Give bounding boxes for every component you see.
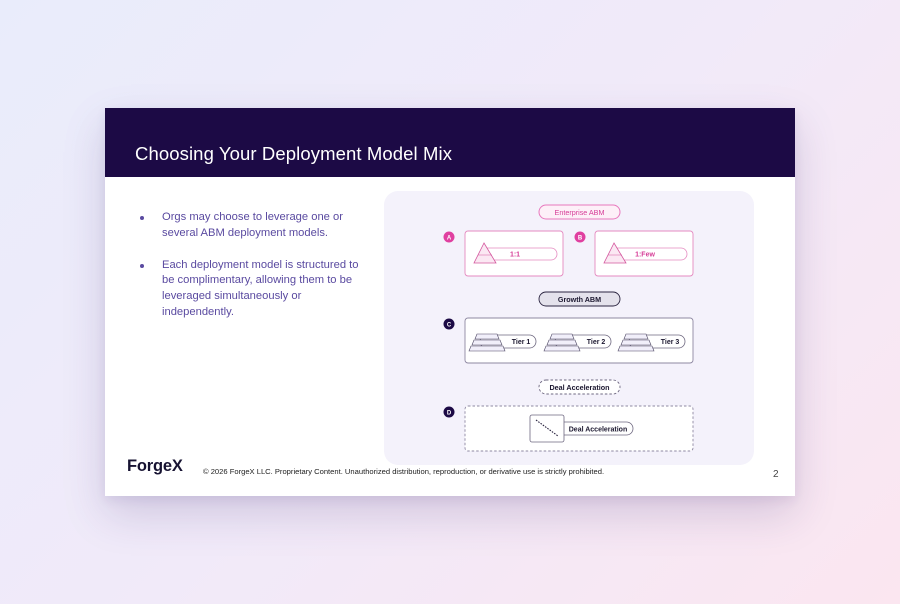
growth-abm-label: Growth ABM bbox=[558, 295, 601, 304]
tier-2-label: Tier 2 bbox=[587, 339, 606, 346]
card-d-label: Deal Acceleration bbox=[569, 427, 628, 434]
deal-acceleration-label: Deal Acceleration bbox=[549, 383, 609, 392]
card-d-icon-frame bbox=[529, 414, 565, 443]
bullet-item: Each deployment model is structured to b… bbox=[139, 258, 359, 321]
diagram-panel: Enterprise ABM A 1:1 B 1:Few Growth ABM bbox=[384, 191, 754, 465]
deployment-diagram: Enterprise ABM A 1:1 B 1:Few Growth ABM bbox=[443, 204, 694, 452]
tier-1-label: Tier 1 bbox=[512, 339, 531, 346]
copyright-notice: © 2026 ForgeX LLC. Proprietary Content. … bbox=[203, 467, 605, 476]
marker-c-label: C bbox=[447, 323, 452, 329]
card-a-label: 1:1 bbox=[510, 252, 520, 259]
slide-title: Choosing Your Deployment Model Mix bbox=[135, 143, 453, 164]
forgex-logo: ForgeX bbox=[127, 457, 183, 475]
slide: Choosing Your Deployment Model Mix Orgs … bbox=[105, 108, 795, 496]
bullet-item: Orgs may choose to leverage one or sever… bbox=[139, 210, 359, 242]
card-b-label: 1:Few bbox=[635, 252, 655, 259]
marker-b-label: B bbox=[578, 236, 583, 242]
tier-3-label: Tier 3 bbox=[661, 339, 680, 346]
marker-a-label: A bbox=[447, 236, 452, 242]
page-number: 2 bbox=[773, 469, 779, 480]
slide-header: Choosing Your Deployment Model Mix bbox=[105, 108, 795, 177]
enterprise-abm-label: Enterprise ABM bbox=[555, 208, 605, 217]
bullet-list: Orgs may choose to leverage one or sever… bbox=[139, 210, 359, 337]
marker-d-label: D bbox=[447, 411, 452, 417]
